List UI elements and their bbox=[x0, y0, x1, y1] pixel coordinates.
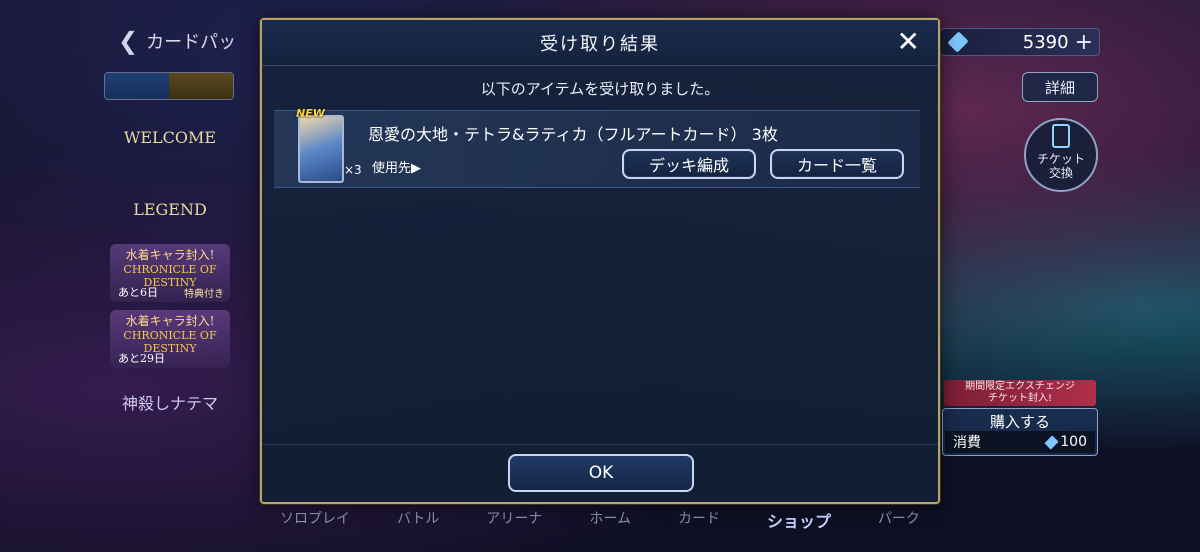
close-icon[interactable]: ✕ bbox=[897, 28, 920, 56]
crystal-icon bbox=[947, 31, 969, 53]
toggle-option-left[interactable] bbox=[105, 73, 169, 99]
add-currency-icon[interactable]: + bbox=[1075, 30, 1093, 55]
purchase-label: 購入する bbox=[989, 413, 1050, 431]
banner-chronicle-days: あと29日 bbox=[118, 352, 165, 365]
card-list-button[interactable]: カード一覧 bbox=[770, 149, 904, 179]
cost-value-wrap: 100 bbox=[1044, 434, 1087, 450]
limited-ticket-tag: 期間限定エクスチェンジ チケット封入! bbox=[944, 380, 1096, 406]
back-arrow-icon: ❮ bbox=[118, 27, 139, 55]
nav-card[interactable]: カード bbox=[678, 508, 720, 538]
nav-solo-play[interactable]: ソロプレイ bbox=[280, 508, 350, 538]
purchase-button[interactable]: 購入する 消費 100 bbox=[942, 408, 1098, 456]
item-name: 恩愛の大地・テトラ&ラティカ（フルアートカード） 3枚 bbox=[368, 125, 778, 144]
nav-park[interactable]: パーク bbox=[878, 508, 920, 538]
tag-line-1: 期間限定エクスチェンジ bbox=[965, 381, 1075, 392]
banner-chronicle-title: 水着キャラ封入! bbox=[125, 248, 215, 262]
banner-chronicle-days: あと6日 bbox=[118, 286, 158, 299]
cost-label: 消費 bbox=[953, 435, 981, 451]
nav-battle[interactable]: バトル bbox=[397, 508, 439, 538]
purchase-cost: 消費 100 bbox=[945, 431, 1095, 453]
nav-shop[interactable]: ショップ bbox=[767, 508, 831, 538]
banner-welcome[interactable]: WELCOME bbox=[110, 128, 230, 147]
footer-divider bbox=[262, 444, 938, 445]
bottom-nav: ソロプレイ バトル アリーナ ホーム カード ショップ パーク bbox=[260, 508, 940, 538]
banner-chronicle-extra: 特典付き bbox=[184, 289, 224, 300]
banner-god[interactable]: 神殺しナテマ bbox=[110, 390, 230, 414]
ticket-icon bbox=[1052, 124, 1070, 148]
currency-display: 5390 + bbox=[940, 28, 1100, 56]
use-destination-link[interactable]: 使用先▶ bbox=[372, 157, 421, 176]
ok-button[interactable]: OK bbox=[508, 454, 694, 492]
detail-button[interactable]: 詳細 bbox=[1022, 72, 1098, 102]
deck-edit-button[interactable]: デッキ編成 bbox=[622, 149, 756, 179]
ticket-exchange-button[interactable]: チケット 交換 bbox=[1024, 118, 1098, 192]
crystal-icon bbox=[1044, 434, 1059, 450]
banner-legend[interactable]: LEGEND bbox=[110, 200, 230, 219]
back-button[interactable]: ❮ カードパッ bbox=[118, 26, 268, 56]
view-toggle[interactable] bbox=[104, 72, 234, 100]
card-thumbnail[interactable] bbox=[298, 115, 344, 183]
item-quantity-overlay: ×3 bbox=[344, 163, 362, 177]
new-badge: NEW bbox=[296, 107, 325, 120]
back-label: カードパッ bbox=[146, 32, 237, 53]
dialog-header: 受け取り結果 ✕ bbox=[262, 20, 938, 66]
receive-result-dialog: 受け取り結果 ✕ 以下のアイテムを受け取りました。 NEW ×3 恩愛の大地・テ… bbox=[260, 18, 940, 504]
toggle-option-right[interactable] bbox=[169, 73, 233, 99]
nav-home[interactable]: ホーム bbox=[589, 508, 631, 538]
tag-line-2: チケット封入! bbox=[987, 393, 1052, 404]
nav-arena[interactable]: アリーナ bbox=[486, 508, 542, 538]
ticket-label-2: 交換 bbox=[1048, 166, 1073, 180]
dialog-subtitle: 以下のアイテムを受け取りました。 bbox=[480, 80, 720, 98]
cost-value: 100 bbox=[1060, 434, 1087, 450]
received-item-row: NEW ×3 恩愛の大地・テトラ&ラティカ（フルアートカード） 3枚 使用先▶ … bbox=[274, 107, 920, 188]
banner-chronicle-2[interactable]: 水着キャラ封入! CHRONICLE OF DESTINY あと29日 bbox=[110, 310, 230, 368]
ticket-label-1: チケット bbox=[1036, 152, 1085, 166]
currency-amount: 5390 bbox=[1022, 31, 1069, 53]
banner-chronicle-1[interactable]: 水着キャラ封入! CHRONICLE OF DESTINY あと6日 特典付き bbox=[110, 244, 230, 302]
dialog-title: 受け取り結果 bbox=[540, 33, 660, 55]
banner-chronicle-title: 水着キャラ封入! bbox=[125, 314, 215, 328]
